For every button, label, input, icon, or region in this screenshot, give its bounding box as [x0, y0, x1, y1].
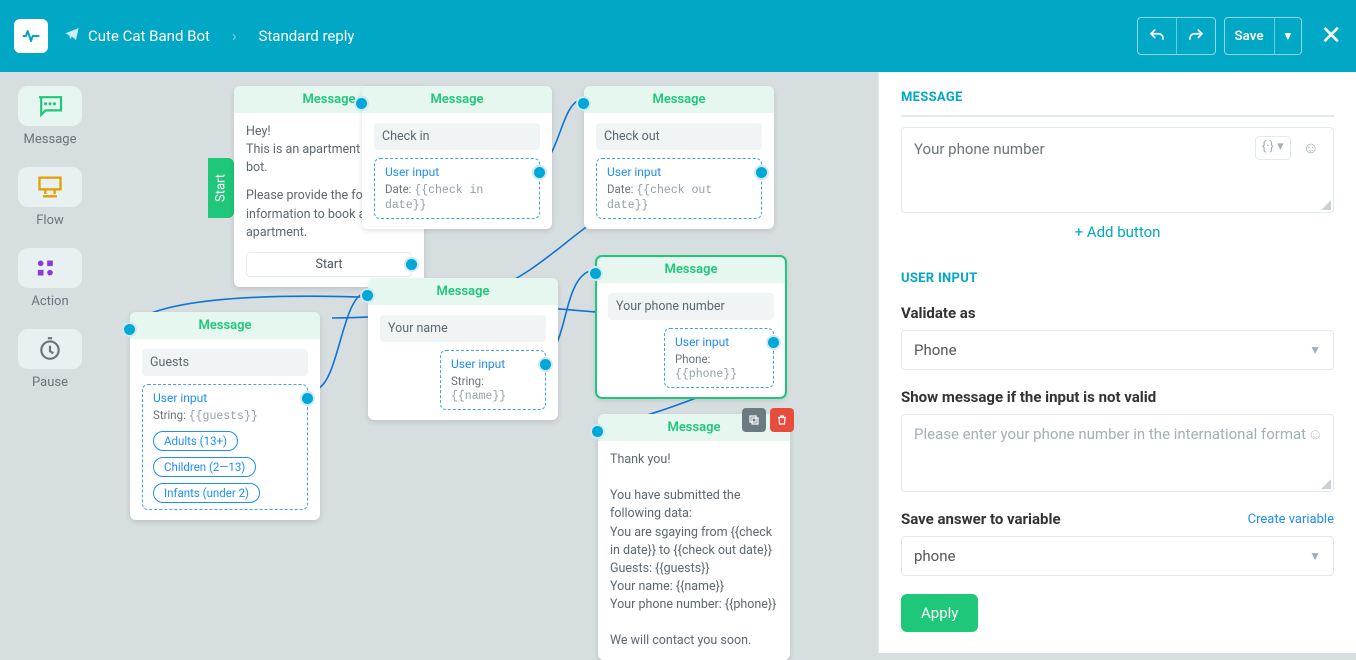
out-port[interactable]: [406, 259, 417, 270]
tool-label: Pause: [32, 375, 68, 390]
start-tag: Start: [208, 158, 234, 218]
resize-handle[interactable]: [1321, 200, 1331, 210]
resize-handle[interactable]: [1321, 479, 1331, 489]
out-port[interactable]: [540, 359, 551, 370]
user-input-block[interactable]: User input Date: {{check out date}}: [596, 158, 762, 219]
in-port[interactable]: [124, 324, 135, 335]
chevron-down-icon: ▼: [1309, 343, 1321, 357]
bot-name[interactable]: Cute Cat Band Bot: [88, 27, 210, 45]
in-port[interactable]: [578, 98, 589, 109]
undo-redo-group: [1137, 17, 1216, 55]
tool-pause[interactable]: Pause: [10, 329, 90, 390]
in-port[interactable]: [356, 98, 367, 109]
node-guests[interactable]: Message Guests User input String: {{gues…: [130, 312, 320, 520]
out-port[interactable]: [534, 167, 545, 178]
section-userinput-title: USER INPUT: [901, 271, 1334, 286]
invalid-message-textarea[interactable]: Please enter your phone number in the in…: [901, 414, 1334, 492]
prompt-text: Guests: [142, 349, 308, 376]
node-name[interactable]: Message Your name User input String: {{n…: [368, 278, 558, 420]
insert-variable-button[interactable]: {·} ▾: [1255, 136, 1291, 160]
add-button[interactable]: + Add button: [901, 213, 1334, 251]
user-input-block[interactable]: User input Date: {{check in date}}: [374, 158, 540, 219]
user-input-block[interactable]: User input String: {{name}}: [440, 350, 546, 410]
flow-canvas[interactable]: Start Message Hey! This is an apartment …: [100, 72, 878, 653]
invalid-label: Show message if the input is not valid: [901, 388, 1334, 406]
pause-icon: [18, 329, 82, 369]
redo-button[interactable]: [1176, 18, 1215, 54]
undo-button[interactable]: [1138, 18, 1176, 54]
node-phone[interactable]: Message Your phone number User input Pho…: [596, 256, 786, 398]
node-title: Message: [362, 86, 552, 113]
tool-action[interactable]: Action: [10, 248, 90, 309]
chip-children[interactable]: Children (2—13): [153, 457, 256, 477]
save-button[interactable]: Save: [1225, 18, 1274, 54]
message-textarea[interactable]: Your phone number {·} ▾ ☺: [901, 127, 1334, 213]
top-right-actions: Save ▾ ✕: [1137, 17, 1342, 55]
out-port[interactable]: [768, 337, 779, 348]
node-title: Message: [596, 256, 786, 283]
tool-label: Message: [24, 132, 77, 147]
message-icon: [18, 86, 82, 126]
breadcrumb: Cute Cat Band Bot › Standard reply: [64, 26, 355, 46]
validate-select[interactable]: Phone ▼: [901, 330, 1334, 370]
tool-flow[interactable]: Flow: [10, 167, 90, 228]
save-group: Save ▾: [1224, 17, 1303, 55]
section-message-title: MESSAGE: [901, 90, 1334, 117]
node-title: Message: [584, 86, 774, 113]
node-text: Thank you! You have submitted the follow…: [610, 451, 778, 650]
apply-button[interactable]: Apply: [901, 594, 978, 632]
start-button[interactable]: Start: [246, 252, 412, 277]
emoji-button[interactable]: ☺: [1297, 136, 1325, 160]
tool-label: Action: [31, 294, 68, 309]
node-title: Message: [368, 278, 558, 305]
app-logo[interactable]: [14, 19, 48, 53]
prompt-text: Your name: [380, 315, 546, 342]
node-checkin[interactable]: Message Check in User input Date: {{chec…: [362, 86, 552, 229]
delete-button[interactable]: [770, 408, 794, 432]
user-input-block[interactable]: User input String: {{guests}} Adults (13…: [142, 384, 308, 510]
chip-adults[interactable]: Adults (13+): [153, 431, 238, 451]
save-answer-label: Save answer to variable: [901, 510, 1061, 528]
chevron-right-icon: ›: [232, 27, 237, 45]
emoji-button[interactable]: ☺: [1308, 425, 1323, 443]
chevron-down-icon: ▼: [1309, 549, 1321, 563]
prompt-text: Check out: [596, 123, 762, 150]
top-bar: Cute Cat Band Bot › Standard reply Save …: [0, 0, 1356, 72]
user-input-block[interactable]: User input Phone: {{phone}}: [664, 328, 774, 388]
close-button[interactable]: ✕: [1320, 21, 1342, 51]
node-actions: [742, 408, 794, 432]
action-icon: [18, 248, 82, 288]
node-checkout[interactable]: Message Check out User input Date: {{che…: [584, 86, 774, 229]
tool-palette: Message Flow Action Pause: [0, 72, 100, 653]
in-port[interactable]: [362, 290, 373, 301]
save-dropdown[interactable]: ▾: [1274, 18, 1302, 54]
telegram-icon: [64, 26, 80, 46]
validate-label: Validate as: [901, 304, 1334, 322]
in-port[interactable]: [592, 426, 603, 437]
flow-name[interactable]: Standard reply: [258, 27, 354, 45]
prompt-text: Your phone number: [608, 293, 774, 320]
chip-infants[interactable]: Infants (under 2): [153, 483, 260, 503]
node-title: Message: [130, 312, 320, 339]
in-port[interactable]: [590, 268, 601, 279]
variable-select[interactable]: phone ▼: [901, 536, 1334, 576]
inspector-panel: MESSAGE Your phone number {·} ▾ ☺ + Add …: [878, 72, 1356, 653]
prompt-text: Check in: [374, 123, 540, 150]
chip-row: Adults (13+) Children (2—13) Infants (un…: [153, 431, 297, 503]
flow-icon: [18, 167, 82, 207]
create-variable-link[interactable]: Create variable: [1248, 512, 1334, 527]
tool-message[interactable]: Message: [10, 86, 90, 147]
node-summary[interactable]: Message Thank you! You have submitted th…: [598, 414, 790, 660]
out-port[interactable]: [756, 167, 767, 178]
duplicate-button[interactable]: [742, 408, 766, 432]
out-port[interactable]: [302, 393, 313, 404]
tool-label: Flow: [36, 213, 64, 228]
